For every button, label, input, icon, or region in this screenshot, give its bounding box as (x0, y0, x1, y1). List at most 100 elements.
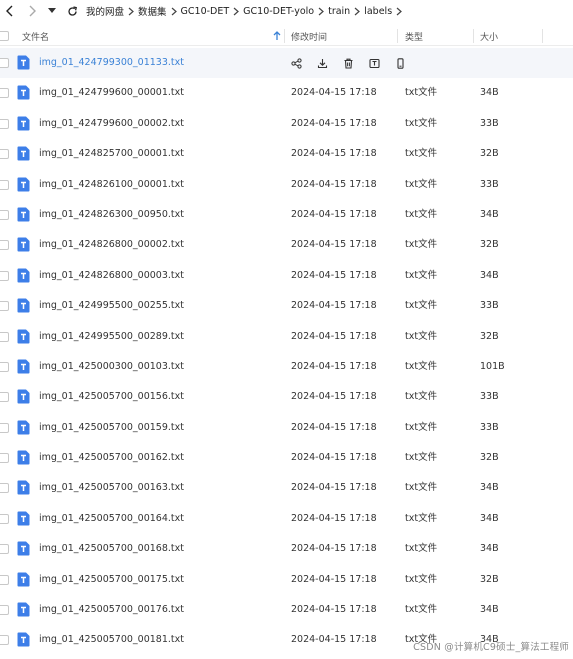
back-button[interactable] (2, 3, 18, 19)
file-name[interactable]: img_01_425005700_00168.txt (39, 534, 184, 564)
row-checkbox[interactable] (0, 453, 9, 464)
file-size: 33B (480, 300, 499, 312)
table-row[interactable]: img_01_425005700_00175.txt 2024-04-15 17:… (0, 565, 573, 595)
forward-button[interactable] (24, 3, 40, 19)
more-icon[interactable] (394, 57, 407, 70)
table-row[interactable]: img_01_425005700_00163.txt 2024-04-15 17:… (0, 473, 573, 503)
file-name[interactable]: img_01_424799300_01133.txt (39, 48, 184, 78)
table-row[interactable]: img_01_424826800_00002.txt 2024-04-15 17:… (0, 230, 573, 260)
row-checkbox[interactable] (0, 88, 9, 99)
row-checkbox[interactable] (0, 240, 9, 251)
row-checkbox[interactable] (0, 392, 9, 403)
row-checkbox[interactable] (0, 179, 9, 190)
name-column-header[interactable]: 文件名 (22, 26, 49, 46)
file-type: txt文件 (405, 452, 438, 464)
file-name[interactable]: img_01_424799600_00002.txt (39, 109, 184, 139)
row-checkbox[interactable] (0, 605, 9, 616)
file-list: img_01_424799300_01133.txt img_01_4247996… (0, 48, 573, 656)
table-row[interactable]: img_01_424826800_00003.txt 2024-04-15 17:… (0, 261, 573, 291)
file-name[interactable]: img_01_425000300_00103.txt (39, 352, 184, 382)
row-checkbox[interactable] (0, 301, 9, 312)
table-row[interactable]: img_01_424995500_00289.txt 2024-04-15 17:… (0, 322, 573, 352)
table-row[interactable]: img_01_424825700_00001.txt 2024-04-15 17:… (0, 139, 573, 169)
download-icon[interactable] (316, 57, 329, 70)
file-name[interactable]: img_01_424799600_00001.txt (39, 78, 184, 108)
text-file-icon (17, 389, 30, 404)
file-name[interactable]: img_01_425005700_00175.txt (39, 565, 184, 595)
rename-icon[interactable] (368, 57, 381, 70)
row-checkbox[interactable] (0, 574, 9, 585)
table-row[interactable]: img_01_424826300_00950.txt 2024-04-15 17:… (0, 200, 573, 230)
file-name[interactable]: img_01_424995500_00289.txt (39, 322, 184, 352)
row-checkbox[interactable] (0, 483, 9, 494)
size-column-header[interactable]: 大小 (480, 26, 498, 46)
delete-icon[interactable] (342, 57, 355, 70)
breadcrumb-item[interactable]: train (328, 6, 350, 17)
file-size: 32B (480, 330, 499, 342)
file-name[interactable]: img_01_424826100_00001.txt (39, 170, 184, 200)
file-modified-date: 2024-04-15 17:18 (291, 117, 377, 129)
sort-arrow-icon[interactable] (273, 26, 281, 46)
file-name[interactable]: img_01_424826800_00002.txt (39, 230, 184, 260)
text-file-icon (17, 450, 30, 465)
file-modified-date: 2024-04-15 17:18 (291, 148, 377, 160)
row-checkbox[interactable] (0, 544, 9, 555)
share-icon[interactable] (290, 57, 303, 70)
breadcrumb-item[interactable]: GC10-DET (181, 6, 230, 17)
file-name[interactable]: img_01_424826300_00950.txt (39, 200, 184, 230)
file-name[interactable]: img_01_425005700_00156.txt (39, 382, 184, 412)
row-checkbox[interactable] (0, 331, 9, 342)
file-modified-date: 2024-04-15 17:18 (291, 604, 377, 616)
breadcrumb-item[interactable]: GC10-DET-yolo (243, 6, 314, 17)
table-row[interactable]: img_01_425005700_00176.txt 2024-04-15 17:… (0, 595, 573, 625)
file-name[interactable]: img_01_425005700_00164.txt (39, 504, 184, 534)
table-row[interactable]: img_01_425005700_00162.txt 2024-04-15 17:… (0, 443, 573, 473)
refresh-button[interactable] (64, 3, 80, 19)
type-column-header[interactable]: 类型 (405, 26, 423, 46)
chevron-right-icon (229, 4, 243, 18)
row-checkbox[interactable] (0, 58, 9, 68)
file-size: 101B (480, 360, 505, 372)
file-name[interactable]: img_01_424995500_00255.txt (39, 291, 184, 321)
row-checkbox[interactable] (0, 118, 9, 129)
file-modified-date: 2024-04-15 17:18 (291, 239, 377, 251)
breadcrumb-item[interactable]: 我的网盘 (86, 4, 124, 18)
file-name[interactable]: img_01_424826800_00003.txt (39, 261, 184, 291)
row-checkbox[interactable] (0, 513, 9, 524)
file-name[interactable]: img_01_425005700_00163.txt (39, 473, 184, 503)
table-row[interactable]: img_01_425005700_00164.txt 2024-04-15 17:… (0, 504, 573, 534)
name-column-label: 文件名 (22, 32, 50, 43)
breadcrumb: 我的网盘 数据集 GC10-DET GC10-DET-yolo train labels (86, 4, 406, 18)
file-name[interactable]: img_01_425005700_00181.txt (39, 625, 184, 655)
file-name[interactable]: img_01_424825700_00001.txt (39, 139, 184, 169)
file-name[interactable]: img_01_425005700_00159.txt (39, 413, 184, 443)
row-checkbox[interactable] (0, 149, 9, 160)
table-row[interactable]: img_01_425000300_00103.txt 2024-04-15 17:… (0, 352, 573, 382)
row-checkbox[interactable] (0, 635, 9, 646)
file-size: 34B (480, 604, 499, 616)
table-row[interactable]: img_01_424799600_00002.txt 2024-04-15 17:… (0, 109, 573, 139)
table-row[interactable]: img_01_425005700_00159.txt 2024-04-15 17:… (0, 413, 573, 443)
row-checkbox[interactable] (0, 361, 9, 372)
file-size: 32B (480, 573, 499, 585)
breadcrumb-item[interactable]: 数据集 (138, 4, 167, 18)
table-row[interactable]: img_01_424799300_01133.txt (0, 48, 573, 79)
select-all-checkbox[interactable] (0, 31, 9, 41)
table-row[interactable]: img_01_425005700_00168.txt 2024-04-15 17:… (0, 534, 573, 564)
file-type: txt文件 (405, 300, 438, 312)
breadcrumb-item[interactable]: labels (364, 6, 392, 17)
file-size: 34B (480, 269, 499, 281)
row-checkbox[interactable] (0, 209, 9, 220)
row-checkbox[interactable] (0, 270, 9, 281)
file-type: txt文件 (405, 391, 438, 403)
file-name[interactable]: img_01_425005700_00176.txt (39, 595, 184, 625)
row-checkbox[interactable] (0, 422, 9, 433)
modified-column-header[interactable]: 修改时间 (291, 26, 327, 46)
table-row[interactable]: img_01_424995500_00255.txt 2024-04-15 17:… (0, 291, 573, 321)
table-row[interactable]: img_01_425005700_00156.txt 2024-04-15 17:… (0, 382, 573, 412)
table-row[interactable]: img_01_424826100_00001.txt 2024-04-15 17:… (0, 170, 573, 200)
table-row[interactable]: img_01_424799600_00001.txt 2024-04-15 17:… (0, 78, 573, 108)
history-dropdown[interactable] (44, 3, 60, 19)
file-name[interactable]: img_01_425005700_00162.txt (39, 443, 184, 473)
text-file-icon (17, 572, 30, 587)
